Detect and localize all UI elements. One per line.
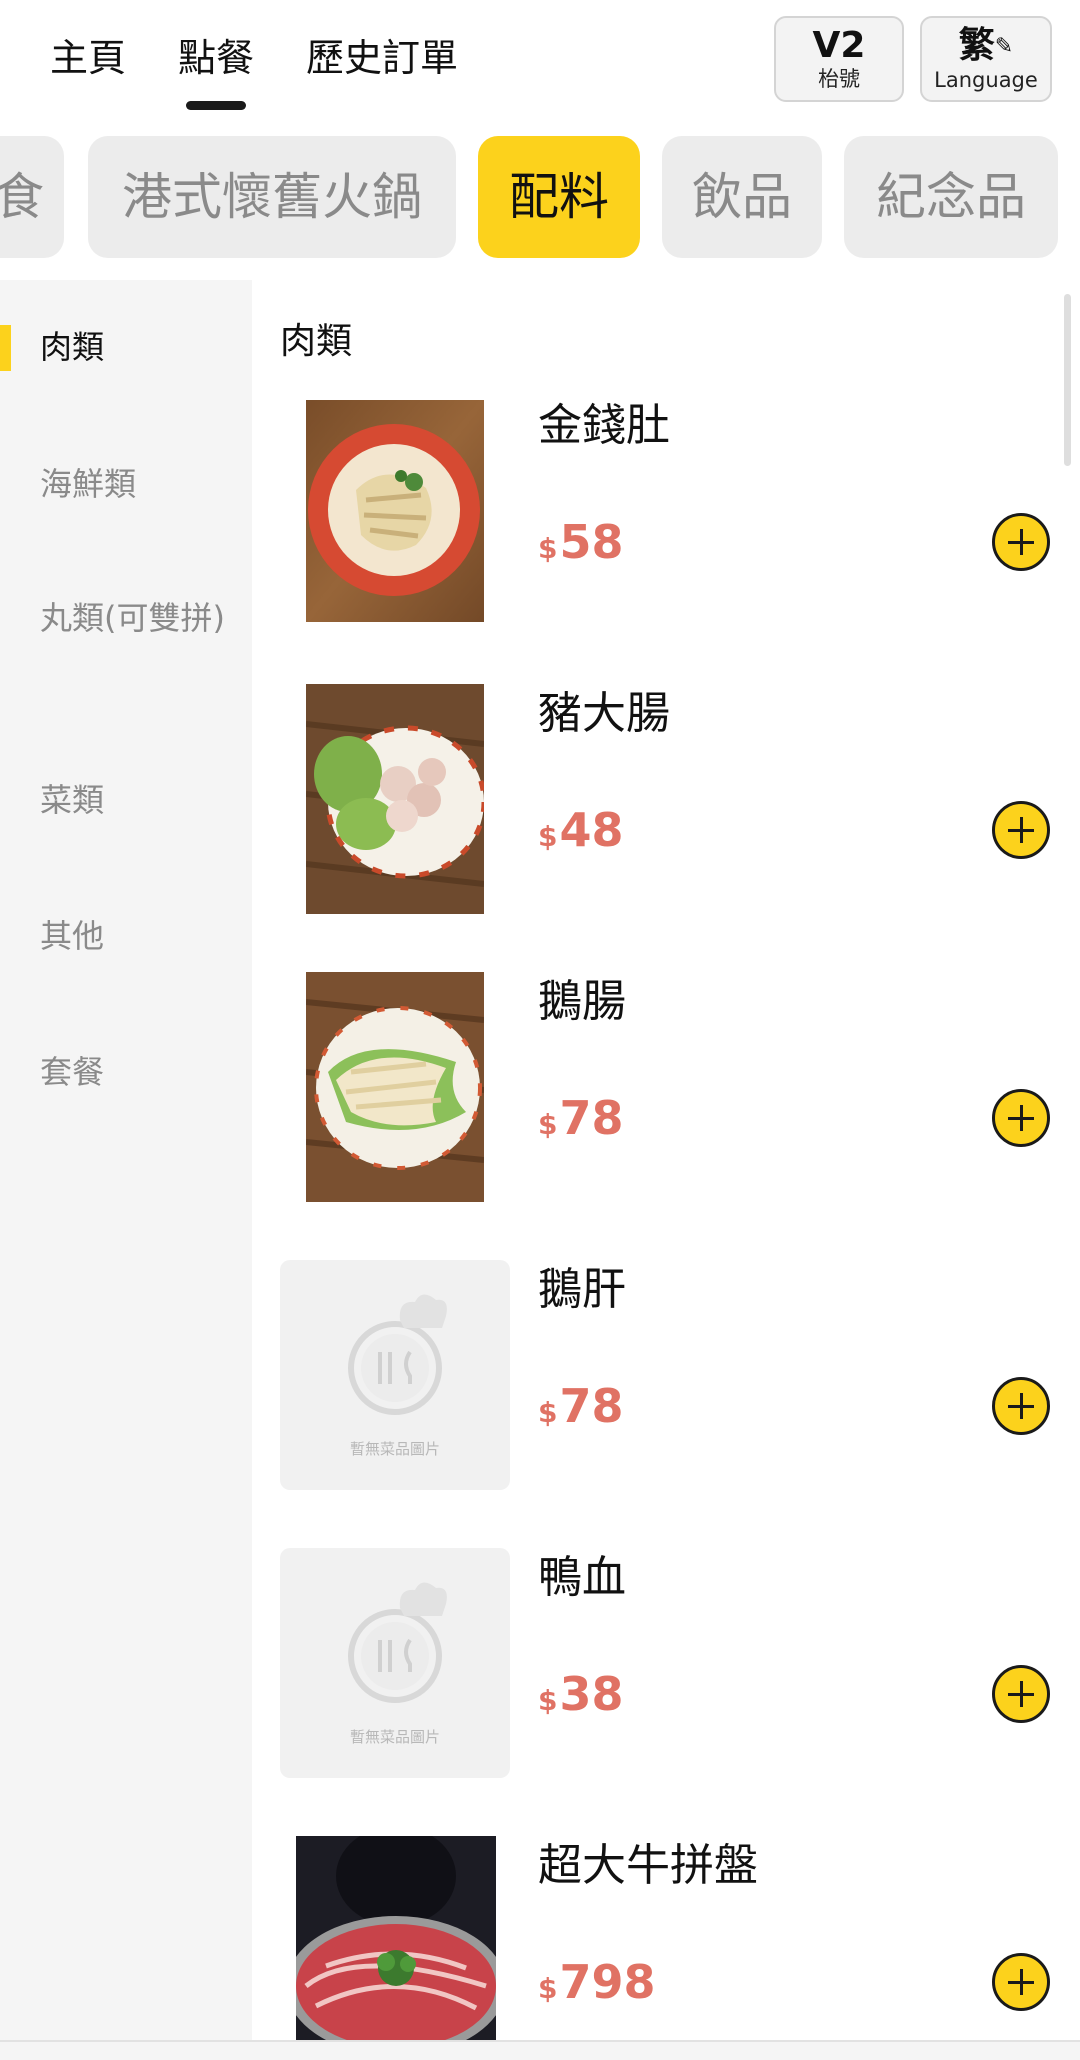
add-to-cart-button[interactable]	[992, 1665, 1050, 1723]
add-to-cart-button[interactable]	[992, 801, 1050, 859]
dish-price: $78	[538, 1091, 624, 1145]
add-to-cart-button[interactable]	[992, 1377, 1050, 1435]
dish-name: 金錢肚	[538, 400, 670, 451]
dish-price: $798	[538, 1955, 656, 2009]
sidebar-item-others[interactable]: 其他	[40, 914, 240, 958]
sidebar-item-meat[interactable]: 肉類	[40, 325, 240, 369]
language-button[interactable]: 繁✎ Language	[920, 16, 1052, 102]
category-chip-souvenirs[interactable]: 紀念品	[844, 136, 1058, 258]
menu-item[interactable]: 鵝腸 $78	[252, 972, 1080, 1260]
table-number: V2	[812, 25, 866, 66]
placeholder-text: 暫無菜品圖片	[349, 1728, 440, 1746]
bottom-bar	[0, 2040, 1080, 2060]
add-to-cart-button[interactable]	[992, 1089, 1050, 1147]
dish-price: $48	[538, 803, 624, 857]
category-chip-drinks[interactable]: 飲品	[662, 136, 822, 258]
dish-photo-placeholder: 暫無菜品圖片	[280, 1548, 510, 1778]
dish-name: 超大牛拼盤	[538, 1840, 758, 1891]
tab-order-history[interactable]: 歷史訂單	[306, 32, 458, 84]
dish-price: $78	[538, 1379, 624, 1433]
category-chip-hotpot[interactable]: 港式懷舊火鍋	[88, 136, 456, 258]
category-chip-snacks[interactable]: 食	[0, 136, 64, 258]
dish-photo	[296, 1836, 496, 2040]
menu-item[interactable]: 暫無菜品圖片 鵝肝 $78	[252, 1260, 1080, 1548]
dish-price: $58	[538, 515, 624, 569]
subcategory-sidebar: 肉類 海鮮類 丸類(可雙拼) 菜類 其他 套餐	[0, 280, 252, 2040]
dish-price: $38	[538, 1667, 624, 1721]
dish-name: 鴨血	[538, 1552, 626, 1603]
tab-order[interactable]: 點餐	[178, 32, 254, 110]
table-number-caption: 枱號	[818, 67, 860, 91]
add-to-cart-button[interactable]	[992, 513, 1050, 571]
dish-photo	[306, 684, 484, 914]
dish-photo	[306, 400, 484, 622]
sidebar-item-vegetables[interactable]: 菜類	[40, 778, 240, 822]
category-chip-toppings[interactable]: 配料	[478, 136, 640, 258]
sidebar-item-seafood[interactable]: 海鮮類	[40, 462, 240, 506]
dish-name: 鵝肝	[538, 1264, 626, 1315]
sidebar-item-set-meals[interactable]: 套餐	[40, 1050, 240, 1094]
table-number-button[interactable]: V2 枱號	[774, 16, 904, 102]
dish-photo	[306, 972, 484, 1202]
active-subcategory-marker	[0, 325, 11, 371]
placeholder-text: 暫無菜品圖片	[349, 1440, 440, 1458]
dish-name: 豬大腸	[538, 688, 670, 739]
tab-home[interactable]: 主頁	[50, 32, 126, 84]
menu-item[interactable]: 暫無菜品圖片 鴨血 $38	[252, 1548, 1080, 1836]
sidebar-item-balls[interactable]: 丸類(可雙拼)	[40, 596, 240, 640]
language-value: 繁	[958, 25, 995, 66]
top-nav: 主頁 點餐 歷史訂單 V2 枱號 繁✎ Language	[0, 0, 1080, 125]
add-to-cart-button[interactable]	[992, 1953, 1050, 2011]
menu-list[interactable]: 肉類 金錢肚 $58 豬大腸 $48 鵝腸 $78 暫無菜品圖片 鵝肝 $78 …	[252, 280, 1080, 2040]
pencil-icon: ✎	[994, 34, 1014, 59]
category-bar: 食 港式懷舊火鍋 配料 飲品 紀念品	[0, 136, 1080, 258]
language-caption: Language	[934, 68, 1038, 92]
menu-item[interactable]: 豬大腸 $48	[252, 684, 1080, 972]
dish-name: 鵝腸	[538, 976, 626, 1027]
menu-item[interactable]: 金錢肚 $58	[252, 396, 1080, 684]
menu-item[interactable]: 超大牛拼盤 $798	[252, 1836, 1080, 2040]
section-title: 肉類	[280, 321, 353, 362]
dish-photo-placeholder: 暫無菜品圖片	[280, 1260, 510, 1490]
